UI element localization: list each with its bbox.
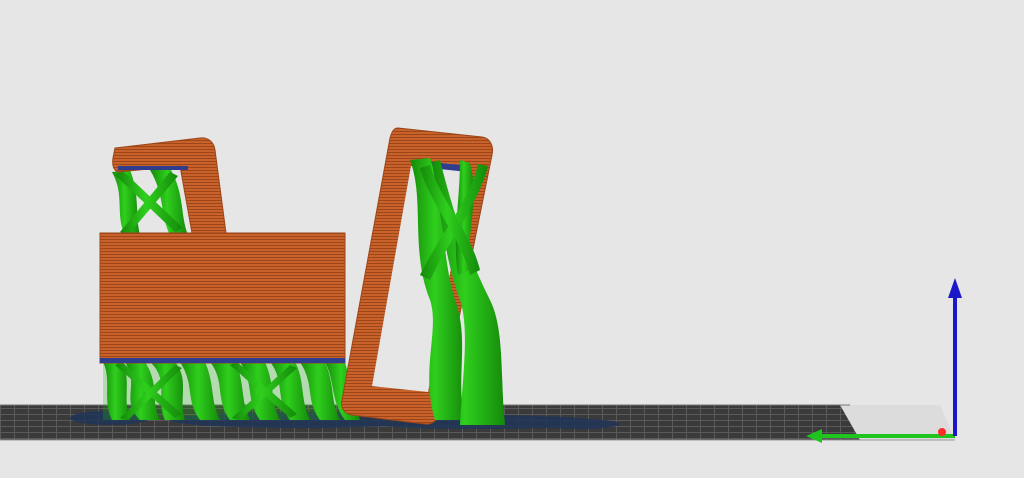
support-left-upper (112, 168, 188, 235)
scene-canvas[interactable] (0, 0, 1024, 478)
support-base (103, 362, 360, 420)
3d-viewport[interactable] (0, 0, 1024, 478)
model-main-block (99, 232, 346, 364)
